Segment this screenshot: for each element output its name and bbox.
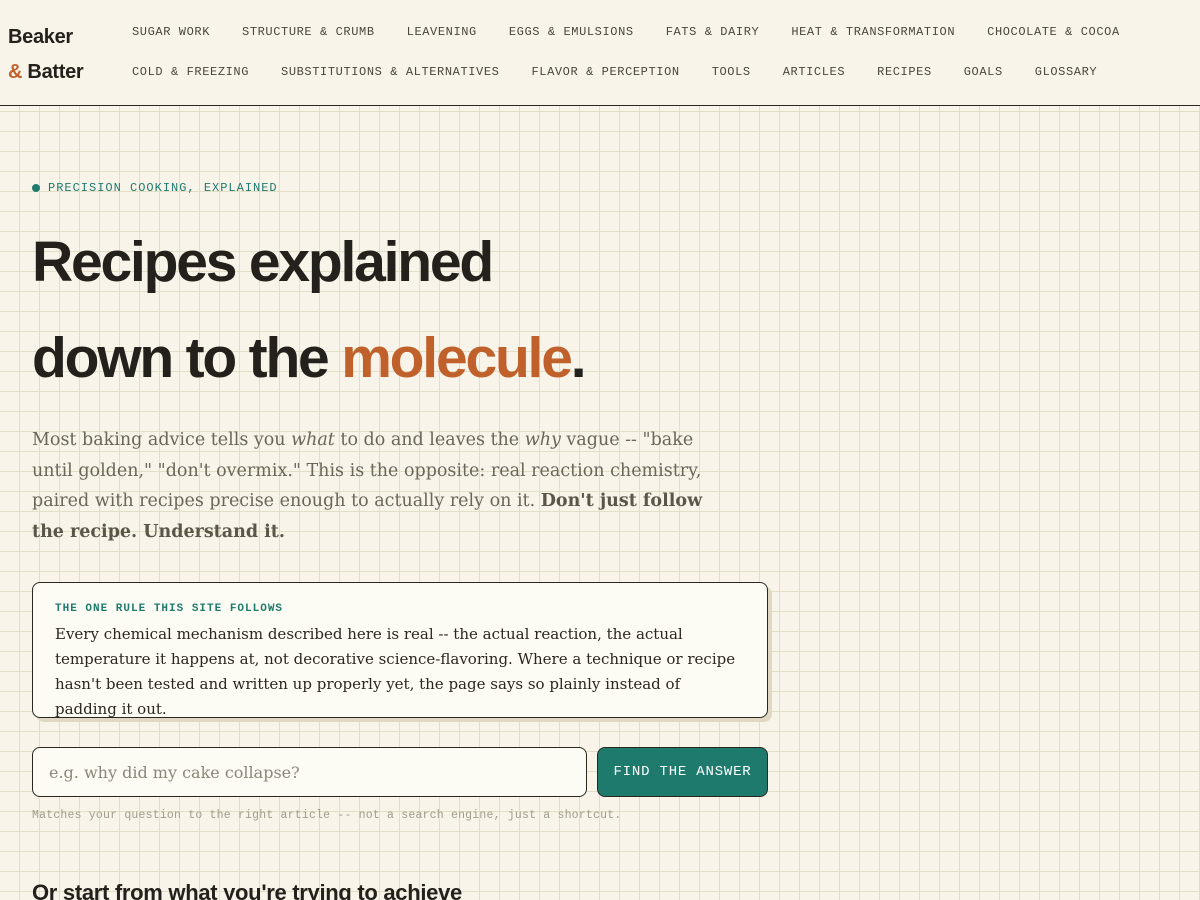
primary-nav-row-2: COLD & FREEZING SUBSTITUTIONS & ALTERNAT… [132,65,1129,79]
find-answer-button[interactable]: FIND THE ANSWER [597,747,768,797]
hero-headline: Recipes explained down to the molecule. [32,214,587,406]
nav-link-sugar-work[interactable]: SUGAR WORK [132,25,210,39]
nav-link-chocolate-cocoa[interactable]: CHOCOLATE & COCOA [987,25,1120,39]
nav-link-glossary[interactable]: GLOSSARY [1035,65,1097,79]
lede-emphasis-why: why [524,430,561,450]
headline-period: . [570,326,587,390]
logo-ampersand: & [8,61,23,83]
eyebrow-text: PRECISION COOKING, EXPLAINED [48,181,278,195]
rule-callout-body: Every chemical mechanism described here … [55,625,736,718]
headline-prefix: down to the [32,326,342,390]
headline-line-1: Recipes explained [32,230,494,294]
headline-line-2: down to the molecule. [32,310,587,406]
headline-accent-word: molecule [341,326,573,390]
site-rule-callout: THE ONE RULE THIS SITE FOLLOWS Every che… [32,582,768,718]
search-hint: Matches your question to the right artic… [32,809,622,822]
lede-part-1: Most baking advice tells you [32,430,292,450]
nav-link-recipes[interactable]: RECIPES [877,65,932,79]
nav-link-fats-dairy[interactable]: FATS & DAIRY [666,25,760,39]
logo-word-batter: Batter [27,61,84,83]
logo-line-2: & Batter [8,55,84,90]
question-search-input[interactable] [32,747,587,797]
nav-link-flavor-perception[interactable]: FLAVOR & PERCEPTION [531,65,679,79]
nav-link-goals[interactable]: GOALS [964,65,1003,79]
hero-eyebrow: PRECISION COOKING, EXPLAINED [32,181,278,195]
lede-part-2: to do and leaves the [334,430,525,450]
nav-link-tools[interactable]: TOOLS [712,65,751,79]
logo-line-1: Beaker [8,26,73,48]
nav-link-structure-crumb[interactable]: STRUCTURE & CRUMB [242,25,375,39]
nav-link-heat-transformation[interactable]: HEAT & TRANSFORMATION [791,25,955,39]
site-logo[interactable]: Beaker & Batter [8,20,84,90]
hero-lede: Most baking advice tells you what to do … [32,425,712,547]
lede-emphasis-what: what [291,430,335,450]
eyebrow-dot-icon [32,184,40,192]
goals-section-title: Or start from what you're trying to achi… [32,880,462,900]
nav-link-articles[interactable]: ARTICLES [783,65,845,79]
rule-callout-title: THE ONE RULE THIS SITE FOLLOWS [55,603,284,615]
nav-link-substitutions[interactable]: SUBSTITUTIONS & ALTERNATIVES [281,65,499,79]
nav-link-eggs-emulsions[interactable]: EGGS & EMULSIONS [509,25,634,39]
site-header: Beaker & Batter SUGAR WORK STRUCTURE & C… [0,0,1200,106]
primary-nav-row-1: SUGAR WORK STRUCTURE & CRUMB LEAVENING E… [132,25,1152,39]
nav-link-leavening[interactable]: LEAVENING [407,25,477,39]
nav-link-cold-freezing[interactable]: COLD & FREEZING [132,65,249,79]
